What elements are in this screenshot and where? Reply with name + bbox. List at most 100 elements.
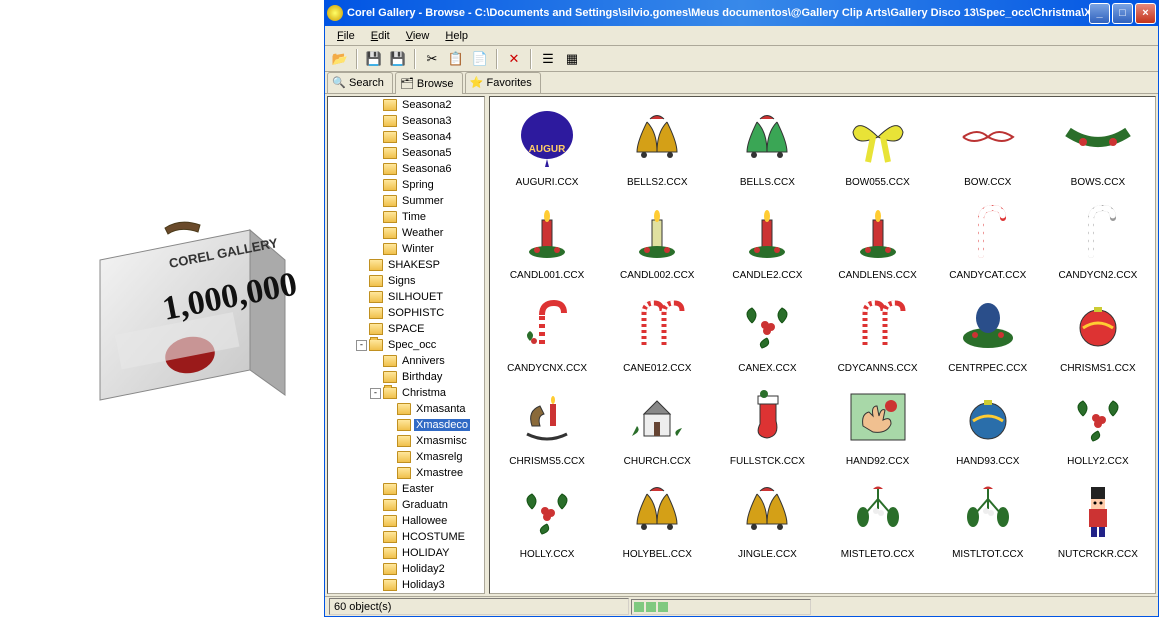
tb-delete-icon[interactable]: ✕ <box>503 48 525 70</box>
thumbnail-label: CANE012.CCX <box>623 363 691 374</box>
thumbnail-item[interactable]: CANDYCN2.CCX <box>1045 194 1151 283</box>
thumbnail-item[interactable]: BELLS.CCX <box>714 101 820 190</box>
tree-item[interactable]: Birthday <box>328 369 484 385</box>
thumbnail-pane[interactable]: AUGURAUGURI.CCX BELLS2.CCX BELLS.CCXBOW055… <box>489 96 1156 594</box>
tree-item[interactable]: Xmasdeco <box>328 417 484 433</box>
thumbnail-item[interactable]: JINGLE.CCX <box>714 473 820 562</box>
tb-copy-icon[interactable]: 📋 <box>445 48 467 70</box>
tab-browse[interactable]: 🗂 Browse <box>395 72 463 94</box>
thumbnail-item[interactable]: MISTLETO.CCX <box>824 473 930 562</box>
tree-item[interactable]: Seasona5 <box>328 145 484 161</box>
thumbnail-item[interactable]: FULLSTCK.CCX <box>714 380 820 469</box>
tree-item[interactable]: Holiday2 <box>328 561 484 577</box>
thumbnail-label: HOLLY.CCX <box>520 549 575 560</box>
thumbnail-label: MISTLETO.CCX <box>841 549 915 560</box>
tree-item[interactable]: Seasona6 <box>328 161 484 177</box>
close-button[interactable]: × <box>1135 3 1156 24</box>
thumbnail-item[interactable]: CANDL001.CCX <box>494 194 600 283</box>
tree-item[interactable]: Graduatn <box>328 497 484 513</box>
folder-tree[interactable]: Seasona2 Seasona3 Seasona4Seasona5Seasona6… <box>327 96 485 594</box>
tb-cut-icon[interactable]: ✂ <box>421 48 443 70</box>
thumbnail-item[interactable]: CHURCH.CCX <box>604 380 710 469</box>
tab-favorites[interactable]: ⭐ Favorites <box>465 72 541 93</box>
tree-item[interactable]: Xmasmisc <box>328 433 484 449</box>
thumbnail-item[interactable]: CHRISMS5.CCX <box>494 380 600 469</box>
tree-label: Winter <box>400 243 436 255</box>
tree-item[interactable]: Winter <box>328 241 484 257</box>
thumbnail-label: BELLS2.CCX <box>627 177 688 188</box>
tree-label: HOLIDAY <box>400 547 451 559</box>
thumbnail-item[interactable]: HAND92.CCX <box>824 380 930 469</box>
tree-item[interactable]: Xmasrelg <box>328 449 484 465</box>
tree-item[interactable]: Holiday4 <box>328 593 484 594</box>
tree-item[interactable]: Annivers <box>328 353 484 369</box>
tab-search[interactable]: 🔍 Search <box>327 72 393 93</box>
thumbnail-item[interactable]: CANDLENS.CCX <box>824 194 930 283</box>
thumbnail-item[interactable]: MISTLTOT.CCX <box>935 473 1041 562</box>
tree-label: Signs <box>386 275 418 287</box>
tree-label: Xmasrelg <box>414 451 464 463</box>
thumbnail-item[interactable]: NUTCRCKR.CCX <box>1045 473 1151 562</box>
tb-save2-icon[interactable]: 💾 <box>387 48 409 70</box>
tree-item[interactable]: Seasona3 <box>328 113 484 129</box>
thumbnail-item[interactable]: BOWS.CCX <box>1045 101 1151 190</box>
thumbnail-item[interactable]: CHRISMS1.CCX <box>1045 287 1151 376</box>
tb-open-icon[interactable]: 📂 <box>329 48 351 70</box>
tree-item[interactable]: -Christma <box>328 385 484 401</box>
menu-view[interactable]: View <box>398 28 438 44</box>
tree-item[interactable]: Hallowee <box>328 513 484 529</box>
thumbnail-item[interactable]: CANE012.CCX <box>604 287 710 376</box>
tree-item[interactable]: Weather <box>328 225 484 241</box>
thumbnail-item[interactable]: CDYCANNS.CCX <box>824 287 930 376</box>
thumbnail-label: CANDYCNX.CCX <box>507 363 587 374</box>
thumbnail-item[interactable]: BELLS2.CCX <box>604 101 710 190</box>
tb-save-icon[interactable]: 💾 <box>363 48 385 70</box>
tree-item[interactable]: HCOSTUME <box>328 529 484 545</box>
thumbnail-item[interactable]: HOLLY2.CCX <box>1045 380 1151 469</box>
tree-item[interactable]: Spring <box>328 177 484 193</box>
thumbnail-item[interactable]: HAND93.CCX <box>935 380 1041 469</box>
tree-item[interactable]: Xmastree <box>328 465 484 481</box>
thumbnail-image <box>948 289 1028 359</box>
thumbnail-item[interactable]: HOLLY.CCX <box>494 473 600 562</box>
tree-item[interactable]: SOPHISTC <box>328 305 484 321</box>
thumbnail-item[interactable]: CANDYCAT.CCX <box>935 194 1041 283</box>
maximize-button[interactable]: □ <box>1112 3 1133 24</box>
tree-label: Weather <box>400 227 445 239</box>
tree-item[interactable]: Seasona2 <box>328 97 484 113</box>
thumbnail-item[interactable]: CANDYCNX.CCX <box>494 287 600 376</box>
thumbnail-item[interactable]: BOW055.CCX <box>824 101 930 190</box>
thumbnail-item[interactable]: CENTRPEC.CCX <box>935 287 1041 376</box>
tree-item[interactable]: Seasona4 <box>328 129 484 145</box>
product-box: COREL GALLERY 1,000,000 <box>70 200 300 430</box>
menu-file[interactable]: File <box>329 28 363 44</box>
thumbnail-item[interactable]: AUGURAUGURI.CCX <box>494 101 600 190</box>
tb-props-icon[interactable]: ☰ <box>537 48 559 70</box>
minimize-button[interactable]: _ <box>1089 3 1110 24</box>
collapse-icon[interactable]: - <box>356 340 367 351</box>
thumbnail-item[interactable]: BOW.CCX <box>935 101 1041 190</box>
menu-edit[interactable]: Edit <box>363 28 398 44</box>
collapse-icon[interactable]: - <box>370 388 381 399</box>
tb-paste-icon[interactable]: 📄 <box>469 48 491 70</box>
thumbnail-item[interactable]: CANEX.CCX <box>714 287 820 376</box>
tree-item[interactable]: SHAKESP <box>328 257 484 273</box>
tree-item[interactable]: Xmasanta <box>328 401 484 417</box>
thumbnail-image <box>617 103 697 173</box>
tree-item[interactable]: Signs <box>328 273 484 289</box>
thumbnail-item[interactable]: CANDLE2.CCX <box>714 194 820 283</box>
menu-help[interactable]: Help <box>437 28 476 44</box>
thumbnail-item[interactable]: HOLYBEL.CCX <box>604 473 710 562</box>
tb-grid-icon[interactable]: ▦ <box>561 48 583 70</box>
tree-item[interactable]: -Spec_occ <box>328 337 484 353</box>
thumbnail-image <box>1058 103 1138 173</box>
tree-item[interactable]: HOLIDAY <box>328 545 484 561</box>
tree-item[interactable]: Summer <box>328 193 484 209</box>
tree-item[interactable]: Time <box>328 209 484 225</box>
tree-item[interactable]: Holiday3 <box>328 577 484 593</box>
tree-item[interactable]: SILHOUET <box>328 289 484 305</box>
thumbnail-item[interactable]: CANDL002.CCX <box>604 194 710 283</box>
tree-item[interactable]: Easter <box>328 481 484 497</box>
tree-label: Seasona3 <box>400 115 454 127</box>
tree-item[interactable]: SPACE <box>328 321 484 337</box>
